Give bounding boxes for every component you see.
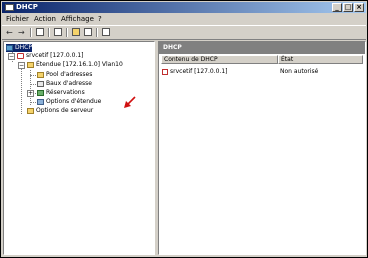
server-status-icon — [17, 52, 24, 59]
back-arrow-icon[interactable]: ← — [6, 28, 13, 37]
menu-bar: Fichier Action Affichage ? — [2, 14, 366, 24]
server-status-icon — [162, 68, 168, 75]
options-icon — [37, 98, 44, 105]
scope-folder-icon — [27, 61, 34, 68]
minimize-button[interactable]: _ — [332, 3, 342, 12]
tree-line — [30, 84, 36, 85]
maximize-button[interactable]: □ — [343, 3, 353, 12]
tree-item-label: DHCP — [15, 44, 32, 51]
menu-help[interactable]: ? — [98, 15, 102, 23]
column-header-state[interactable]: État — [278, 55, 363, 64]
help-icon[interactable] — [84, 28, 92, 36]
collapse-server-button[interactable]: − — [8, 53, 15, 60]
tree-item-address-pool[interactable]: Pool d'adresses — [37, 71, 92, 79]
expand-reservations-button[interactable]: + — [27, 90, 34, 97]
menu-affichage[interactable]: Affichage — [61, 15, 94, 23]
console-tree: DHCP − srvcetif [127.0.0.1] − Étendue [1… — [3, 41, 155, 255]
red-arrow-annotation-icon — [124, 96, 136, 108]
menu-action[interactable]: Action — [34, 15, 56, 23]
menu-fichier[interactable]: Fichier — [6, 15, 29, 23]
details-pane: DHCP Contenu de DHCP État srvcetif [127.… — [158, 41, 366, 255]
tree-item-reservations[interactable]: Réservations — [37, 89, 85, 97]
row-state: Non autorisé — [280, 68, 319, 75]
tree-item-label: srvcetif [127.0.0.1] — [26, 52, 84, 59]
tree-item-label: Options de serveur — [36, 107, 94, 114]
tree-line — [30, 75, 36, 76]
tree-item-label: Pool d'adresses — [46, 71, 93, 78]
forward-arrow-icon[interactable]: → — [18, 28, 25, 37]
tree-item-label: Baux d'adresse — [46, 80, 92, 87]
export-list-icon[interactable] — [72, 28, 80, 36]
tree-item-server[interactable]: srvcetif [127.0.0.1] — [17, 52, 83, 60]
leases-icon — [37, 80, 44, 87]
tree-item-scope-options[interactable]: Options d'étendue — [37, 98, 101, 106]
show-hide-tree-icon[interactable] — [36, 28, 44, 36]
row-server-cell: srvcetif [127.0.0.1] — [162, 67, 227, 76]
toolbar-separator — [48, 28, 50, 37]
folder-icon — [37, 71, 44, 78]
server-icon[interactable] — [102, 28, 110, 36]
reservations-icon — [37, 89, 44, 96]
collapse-scope-button[interactable]: − — [18, 62, 25, 69]
tree-item-address-leases[interactable]: Baux d'adresse — [37, 80, 92, 88]
toolbar-separator — [96, 28, 98, 37]
tree-item-dhcp-root[interactable]: DHCP — [6, 44, 32, 52]
properties-icon[interactable] — [54, 28, 62, 36]
toolbar-separator — [66, 28, 68, 37]
tree-item-label: Réservations — [46, 89, 85, 96]
details-header: DHCP — [159, 42, 365, 54]
toolbar: ← → — [2, 25, 366, 40]
tree-line — [21, 62, 22, 114]
tree-item-server-options[interactable]: Options de serveur — [27, 107, 93, 115]
tree-item-label: Options d'étendue — [46, 98, 102, 105]
tree-item-label: Étendue [172.16.1.0] Vlan10 — [36, 61, 123, 68]
dhcp-window: DHCP _ □ × Fichier Action Affichage ? ← … — [0, 0, 368, 258]
column-header-contents[interactable]: Contenu de DHCP — [161, 55, 278, 64]
close-button[interactable]: × — [354, 3, 364, 12]
tree-item-scope[interactable]: Étendue [172.16.1.0] Vlan10 — [27, 61, 123, 69]
window-title: DHCP — [16, 3, 38, 11]
title-bar: DHCP _ □ × — [2, 2, 366, 13]
tree-line — [30, 102, 36, 103]
toolbar-separator — [30, 28, 32, 37]
folder-icon — [27, 107, 34, 114]
dhcp-icon — [6, 44, 13, 51]
row-name: srvcetif [127.0.0.1] — [170, 68, 228, 75]
dhcp-app-icon — [5, 4, 14, 11]
